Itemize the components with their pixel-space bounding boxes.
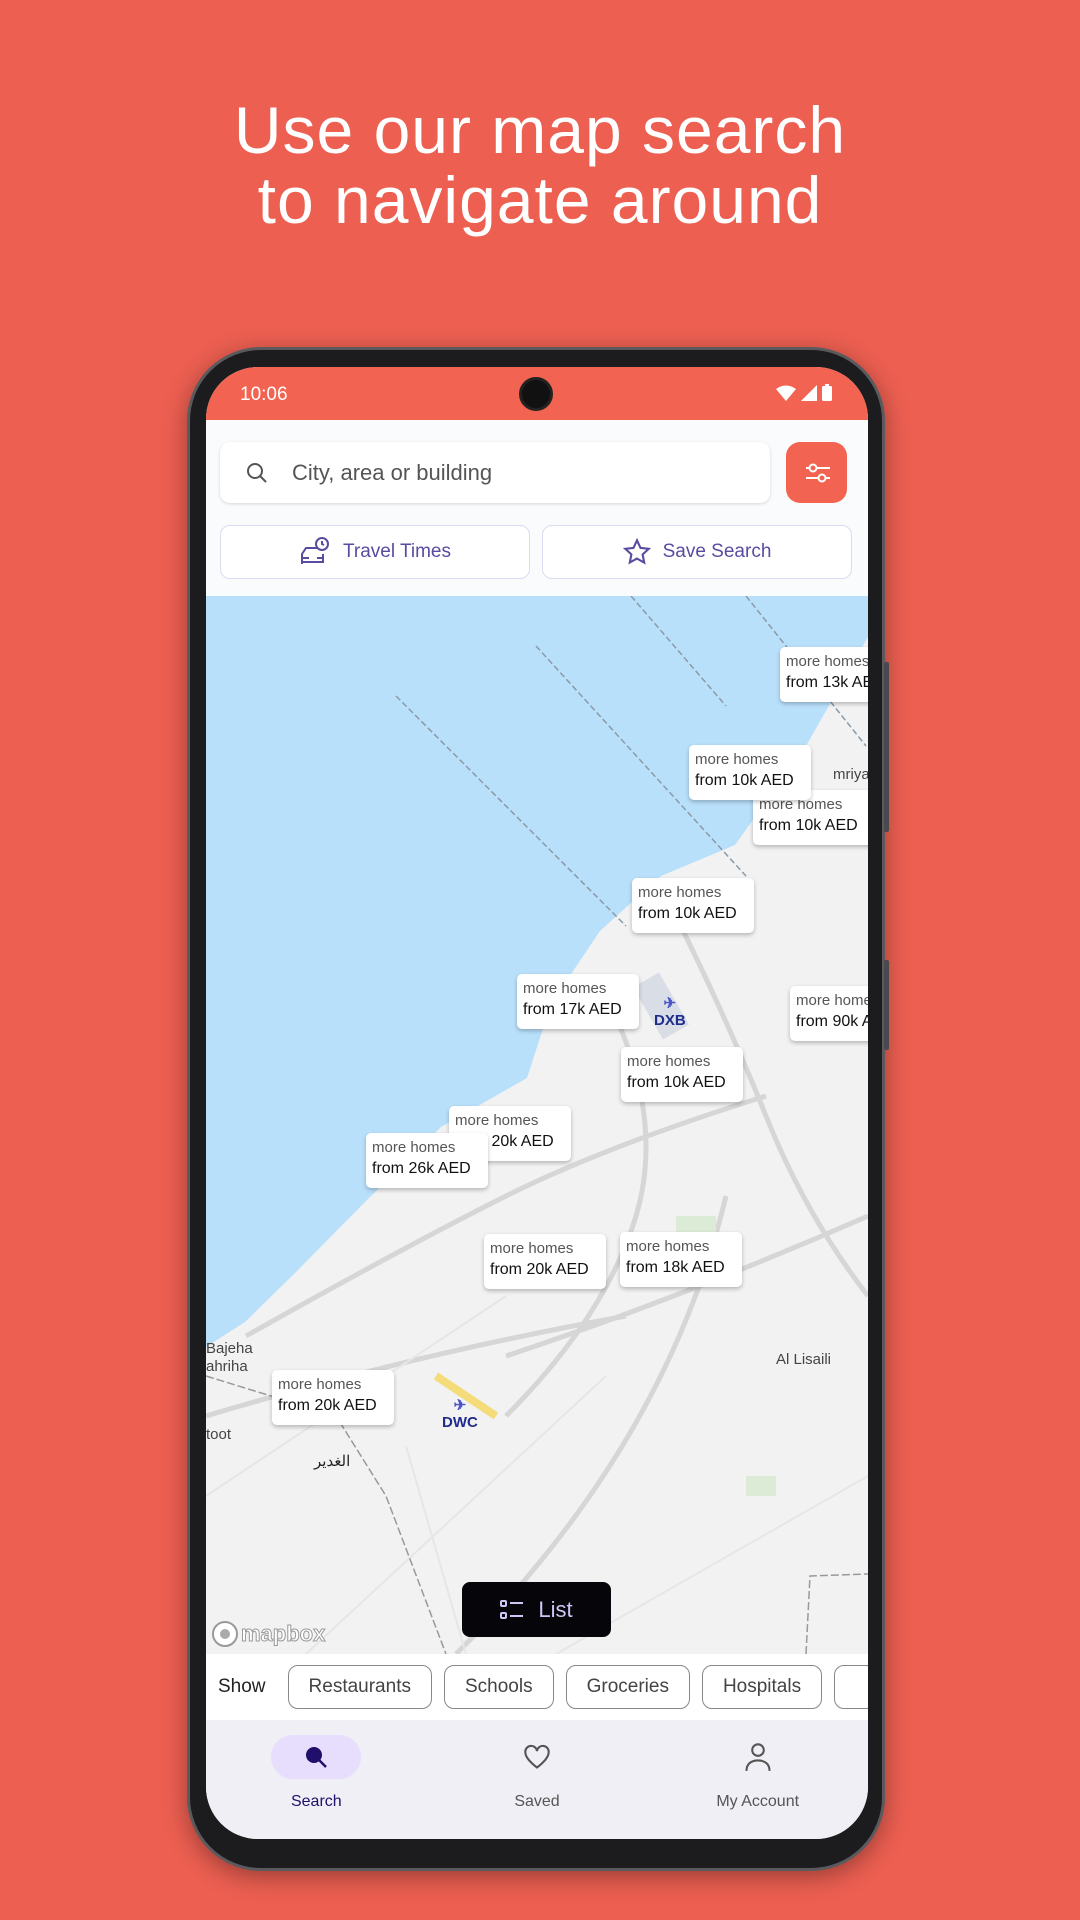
list-view-button[interactable]: List (462, 1582, 611, 1637)
airport-label: DWC (442, 1414, 478, 1431)
marker-caption: more homes (626, 1238, 710, 1255)
marker-price: from 20k AED (490, 1261, 589, 1278)
filter-button[interactable] (786, 442, 847, 503)
place-label: mriyah (833, 766, 868, 783)
chip-groceries[interactable]: Groceries (565, 1665, 690, 1709)
car-clock-icon (300, 537, 329, 564)
battery-icon (822, 384, 832, 401)
price-marker[interactable]: more homes from 20k AED (484, 1234, 606, 1289)
nav-label: My Account (716, 1793, 800, 1810)
bottom-nav: Search Saved My Account (206, 1720, 868, 1839)
price-marker[interactable]: more homes from 26k AED (366, 1133, 488, 1188)
marker-caption: more homes (796, 992, 868, 1009)
power-button (884, 960, 889, 1050)
marker-price: from 17k AED (523, 1001, 622, 1018)
price-marker[interactable]: more homes from 90k AED (790, 986, 868, 1041)
price-marker[interactable]: more homes from 10k AED (632, 878, 754, 933)
price-marker[interactable]: more homes from 10k AED (621, 1047, 743, 1102)
search-icon (306, 1747, 328, 1768)
place-label: toot (206, 1426, 232, 1443)
mapbox-icon (212, 1621, 238, 1647)
marker-caption: more homes (695, 751, 779, 768)
chip-more[interactable] (834, 1665, 868, 1709)
poi-filter-bar: Show Restaurants Schools Groceries Hospi… (206, 1654, 868, 1720)
travel-times-label: Travel Times (342, 541, 452, 562)
search-header: City, area or building Travel Times Save… (206, 420, 868, 596)
marker-caption: more homes (372, 1139, 456, 1156)
marker-price: from 10k AED (627, 1074, 726, 1091)
price-marker[interactable]: more homes from 18k AED (620, 1232, 742, 1287)
marker-price: from 10k AED (638, 905, 737, 922)
place-label: Al Lisaili (776, 1351, 832, 1368)
airport-dxb[interactable]: ✈ DXB (654, 994, 686, 1029)
chip-schools[interactable]: Schools (443, 1665, 554, 1709)
save-search-button[interactable]: Save Search (542, 525, 852, 579)
headline: Use our map search to navigate around (0, 95, 1080, 235)
list-label: List (538, 1596, 573, 1622)
place-label: ahriha (206, 1358, 248, 1375)
app-screen: 10:06 City, area or building Travel Time… (206, 367, 868, 1839)
price-marker[interactable]: more homes from 20k AED (272, 1370, 394, 1425)
signal-icon (801, 384, 817, 401)
status-bar: 10:06 (206, 367, 868, 420)
status-time: 10:06 (240, 384, 288, 405)
heart-icon (524, 1744, 550, 1769)
plane-icon: ✈ (663, 995, 677, 1012)
mapbox-text: mapbox (240, 1621, 326, 1647)
place-label: Bajeha (206, 1340, 253, 1357)
nav-search[interactable]: Search (206, 1720, 427, 1839)
mapbox-logo: mapbox (211, 1620, 326, 1648)
marker-price: from 26k AED (372, 1160, 471, 1177)
marker-price: from 20k AED (278, 1397, 377, 1414)
volume-button (884, 662, 889, 832)
search-icon (247, 462, 267, 483)
headline-line-1: Use our map search (233, 93, 847, 167)
map-view[interactable]: mriyah Al Lisaili Bajeha ahriha toot الغ… (206, 596, 868, 1654)
save-search-label: Save Search (662, 541, 772, 562)
marker-caption: more homes (523, 980, 607, 997)
marker-price: from 13k AED (786, 674, 868, 691)
search-placeholder: City, area or building (292, 459, 493, 485)
marker-caption: more homes (455, 1112, 539, 1129)
marker-caption: more homes (638, 884, 722, 901)
plane-icon: ✈ (453, 1397, 467, 1414)
marker-price: from 90k AED (796, 1013, 868, 1030)
travel-times-button[interactable]: Travel Times (220, 525, 530, 579)
list-icon (500, 1599, 524, 1619)
airport-label: DXB (654, 1012, 686, 1029)
marker-caption: more homes (786, 653, 868, 670)
price-marker[interactable]: more homes from 17k AED (517, 974, 639, 1029)
chip-hospitals[interactable]: Hospitals (701, 1665, 823, 1709)
sliders-icon (805, 463, 830, 482)
show-label: Show (218, 1676, 266, 1697)
nav-saved[interactable]: Saved (427, 1720, 648, 1839)
marker-price: from 10k AED (759, 817, 858, 834)
nav-label: Saved (514, 1793, 560, 1810)
marker-price: from 10k AED (695, 772, 794, 789)
marker-caption: more homes (490, 1240, 574, 1257)
nav-my-account[interactable]: My Account (647, 1720, 868, 1839)
nav-label: Search (290, 1793, 342, 1810)
marker-caption: more homes (278, 1376, 362, 1393)
search-input[interactable]: City, area or building (220, 442, 770, 503)
camera-cutout (519, 377, 553, 411)
headline-line-2: to navigate around (257, 163, 823, 237)
airport-dwc[interactable]: ✈ DWC (442, 1396, 478, 1431)
person-icon (745, 1743, 771, 1771)
marker-price: from 18k AED (626, 1259, 725, 1276)
place-label: الغدير (314, 1453, 351, 1470)
price-marker[interactable]: more homes from 10k AED (689, 745, 811, 800)
chip-restaurants[interactable]: Restaurants (287, 1665, 432, 1709)
price-marker[interactable]: more homes from 13k AED (780, 647, 868, 702)
wifi-icon (776, 385, 796, 401)
star-icon (622, 538, 651, 565)
marker-caption: more homes (627, 1053, 711, 1070)
